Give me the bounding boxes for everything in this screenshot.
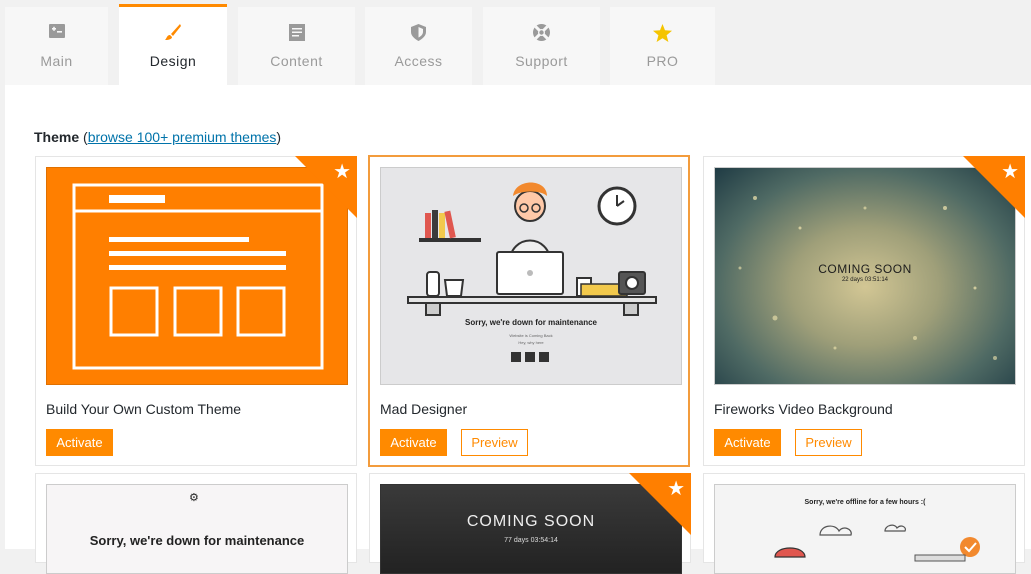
support-icon: [483, 24, 600, 42]
thumb-sub-text-2: Hey, why here: [518, 340, 544, 345]
tab-support-label: Support: [515, 53, 568, 69]
theme-card-mad-designer: Sorry, we're down for maintenance Websit…: [368, 155, 690, 467]
theme-name: Fireworks Video Background: [714, 401, 893, 417]
tab-design[interactable]: Design: [119, 4, 227, 85]
theme-card-row2-1: ⚙ Sorry, we're down for maintenance: [35, 473, 357, 574]
preview-button[interactable]: Preview: [461, 429, 528, 456]
tab-design-label: Design: [149, 53, 197, 69]
dashboard-icon: [5, 24, 108, 42]
theme-thumbnail: Sorry, we're offline for a few hours :(: [714, 484, 1016, 574]
browse-premium-themes-link[interactable]: browse 100+ premium themes: [88, 129, 277, 145]
theme-heading: Theme (browse 100+ premium themes): [34, 129, 281, 145]
star-icon: ★: [1001, 161, 1019, 183]
premium-ribbon: ★: [963, 156, 1025, 218]
gear-icon: ⚙: [189, 492, 199, 504]
star-icon: ★: [333, 161, 351, 183]
tab-support[interactable]: Support: [483, 7, 600, 85]
tab-bar: Main Design Content Access Support PRO: [0, 0, 1031, 85]
theme-card-fireworks: COMING SOON 22 days 03:51:14 ★ Fireworks…: [703, 156, 1025, 466]
theme-title: Theme: [34, 129, 80, 145]
premium-ribbon: ★: [295, 156, 357, 218]
content-icon: [238, 24, 355, 42]
tab-content-label: Content: [270, 53, 323, 69]
star-icon: [610, 24, 715, 42]
shield-icon: [365, 24, 472, 42]
theme-thumbnail: ⚙ Sorry, we're down for maintenance: [46, 484, 348, 574]
thumb-maintenance-text: Sorry, we're down for maintenance: [464, 318, 597, 327]
thumb-countdown: 77 days 03:54:14: [504, 537, 558, 544]
star-icon: ★: [667, 478, 685, 500]
tab-main-label: Main: [40, 53, 73, 69]
tab-pro[interactable]: PRO: [610, 7, 715, 85]
theme-name: Build Your Own Custom Theme: [46, 401, 242, 417]
thumb-sub-text: Website is Coming Back: [509, 333, 553, 338]
theme-thumbnail-mad-designer: Sorry, we're down for maintenance Websit…: [380, 167, 682, 385]
theme-name: Mad Designer: [380, 401, 468, 417]
activate-button[interactable]: Activate: [46, 429, 113, 456]
thumb-maintenance-text: Sorry, we're down for maintenance: [89, 533, 305, 548]
tab-main[interactable]: Main: [5, 7, 108, 85]
thumb-coming-soon: COMING SOON: [818, 262, 912, 276]
theme-card-row2-3: Sorry, we're offline for a few hours :(: [703, 473, 1025, 574]
theme-card-custom: ★ Build Your Own Custom Theme Activate: [35, 156, 357, 466]
activate-button[interactable]: Activate: [714, 429, 781, 456]
mad-designer-illustration: [381, 168, 681, 384]
activate-button[interactable]: Activate: [380, 429, 447, 456]
paintbrush-icon: [119, 23, 227, 41]
tab-access-label: Access: [394, 53, 443, 69]
thumb-countdown: 22 days 03:51:14: [841, 277, 889, 283]
tab-access[interactable]: Access: [365, 7, 472, 85]
theme-card-row2-2: COMING SOON 77 days 03:54:14 ★: [369, 473, 691, 574]
preview-button[interactable]: Preview: [795, 429, 862, 456]
premium-ribbon: ★: [629, 473, 691, 535]
offline-illustration: [774, 524, 980, 562]
tab-pro-label: PRO: [646, 53, 679, 69]
theme-link-close: ): [276, 129, 282, 145]
tab-content[interactable]: Content: [238, 7, 355, 85]
